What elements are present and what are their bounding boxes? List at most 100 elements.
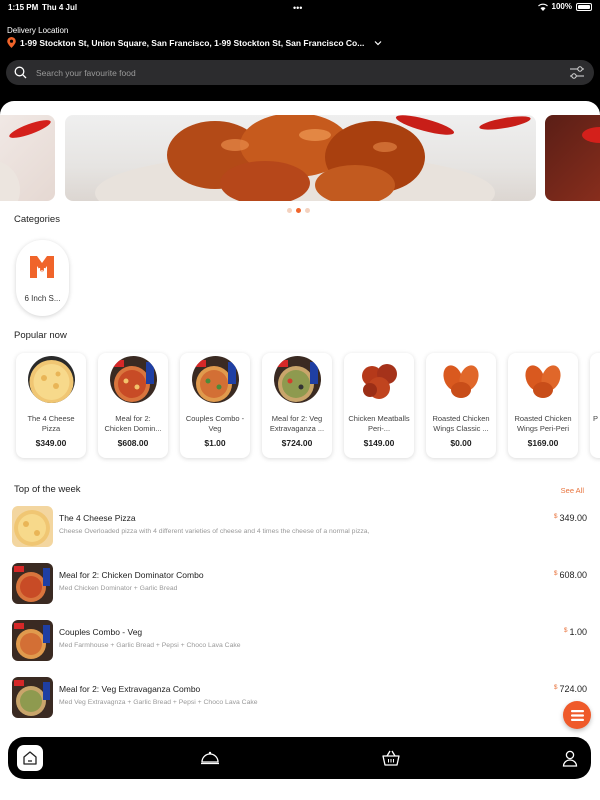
status-bar: 1:15 PM Thu 4 Jul ••• 100% bbox=[0, 0, 600, 16]
basket-icon bbox=[382, 750, 400, 766]
status-time: 1:15 PM bbox=[8, 3, 39, 12]
currency-symbol: $ bbox=[553, 570, 558, 577]
popular-item-name: Roasted Chicken Wings Peri-Peri bbox=[514, 414, 572, 433]
list-item-name: The 4 Cheese Pizza bbox=[59, 513, 136, 523]
carousel-dot-active[interactable] bbox=[296, 208, 301, 213]
home-indicator[interactable] bbox=[208, 792, 392, 796]
list-item-price: $724.00 bbox=[554, 684, 587, 694]
popular-item-name: P bbox=[593, 414, 599, 423]
banner-slide-previous[interactable] bbox=[0, 115, 55, 201]
carousel-dot[interactable] bbox=[287, 208, 292, 213]
popular-item-name: Roasted Chicken Wings Classic ... bbox=[432, 414, 490, 433]
list-item-price: $349.00 bbox=[554, 513, 587, 523]
tab-home[interactable] bbox=[17, 745, 43, 771]
popular-item-price: $1.00 bbox=[204, 438, 226, 448]
tab-orders[interactable] bbox=[197, 745, 223, 771]
multitask-dots-icon[interactable]: ••• bbox=[293, 3, 302, 13]
cloche-icon bbox=[201, 751, 219, 765]
list-item[interactable]: Couples Combo - Veg Med Farmhouse + Garl… bbox=[12, 620, 590, 664]
list-item-price: $608.00 bbox=[554, 570, 587, 580]
popular-item[interactable]: Chicken Meatballs Peri-... $149.00 bbox=[344, 353, 414, 458]
battery-icon bbox=[576, 2, 592, 11]
delivery-address: 1-99 Stockton St, Union Square, San Fran… bbox=[20, 37, 365, 48]
list-item-description: Cheese Overloaded pizza with 4 different… bbox=[59, 528, 370, 535]
chicken-wings-banner-image bbox=[95, 115, 531, 201]
search-input[interactable] bbox=[36, 60, 536, 85]
location-pin-icon bbox=[7, 37, 16, 48]
popular-item-price: $169.00 bbox=[527, 438, 559, 448]
list-item[interactable]: The 4 Cheese Pizza Cheese Overloaded piz… bbox=[12, 506, 590, 550]
popular-item[interactable]: Meal for 2: Veg Extravaganza ... $724.00 bbox=[262, 353, 332, 458]
popular-item[interactable]: Roasted Chicken Wings Classic ... $0.00 bbox=[426, 353, 496, 458]
popular-item-name: Couples Combo - Veg bbox=[185, 414, 245, 433]
status-date: Thu 4 Jul bbox=[42, 3, 78, 12]
see-all-link[interactable]: See All bbox=[561, 486, 584, 495]
chicken-wings-image bbox=[520, 356, 567, 403]
list-item-name: Couples Combo - Veg bbox=[59, 627, 143, 637]
banner-image bbox=[0, 120, 51, 201]
list-item-name: Meal for 2: Chicken Dominator Combo bbox=[59, 570, 204, 580]
search-icon bbox=[14, 66, 27, 79]
popular-item[interactable]: Couples Combo - Veg $1.00 bbox=[180, 353, 250, 458]
pizza-meal-image bbox=[12, 677, 53, 718]
tab-profile[interactable] bbox=[557, 745, 583, 771]
popular-carousel[interactable]: The 4 Cheese Pizza $349.00 Meal for 2: C… bbox=[16, 353, 600, 463]
popular-item[interactable]: P bbox=[590, 353, 600, 458]
popular-item-name: The 4 Cheese Pizza bbox=[27, 414, 75, 433]
wifi-icon bbox=[537, 3, 548, 11]
filter-icon[interactable] bbox=[569, 65, 585, 80]
currency-symbol: $ bbox=[553, 684, 558, 691]
menu-fab-button[interactable] bbox=[563, 701, 591, 729]
battery-percent: 100% bbox=[551, 2, 572, 11]
pizza-meal-image bbox=[274, 356, 321, 403]
list-item[interactable]: Meal for 2: Chicken Dominator Combo Med … bbox=[12, 563, 590, 607]
popular-item-price: $724.00 bbox=[281, 438, 313, 448]
carousel-dot[interactable] bbox=[305, 208, 310, 213]
top-week-title: Top of the week bbox=[14, 484, 81, 495]
list-item[interactable]: Meal for 2: Veg Extravaganza Combo Med V… bbox=[12, 677, 590, 721]
status-indicators: 100% bbox=[537, 2, 592, 11]
popular-item-name: Meal for 2: Veg Extravaganza ... bbox=[269, 414, 325, 433]
content-panel: Categories 6 Inch S... Popular now The 4… bbox=[0, 101, 600, 800]
popular-item-price: $149.00 bbox=[363, 438, 395, 448]
popular-item-price: $0.00 bbox=[450, 438, 472, 448]
banner-slide-next[interactable] bbox=[545, 115, 600, 201]
list-item-name: Meal for 2: Veg Extravaganza Combo bbox=[59, 684, 201, 694]
price-value: 724.00 bbox=[559, 684, 587, 694]
meatballs-image bbox=[356, 356, 403, 403]
pizza-meal-image bbox=[12, 563, 53, 604]
search-bar[interactable] bbox=[6, 60, 594, 85]
popular-item[interactable]: The 4 Cheese Pizza $349.00 bbox=[16, 353, 86, 458]
pizza-meal-image bbox=[110, 356, 157, 403]
banner-slide-active[interactable] bbox=[65, 115, 536, 201]
pizza-meal-image bbox=[12, 620, 53, 661]
profile-icon bbox=[562, 750, 578, 767]
chicken-wings-image bbox=[438, 356, 485, 403]
delivery-location-selector[interactable]: 1-99 Stockton St, Union Square, San Fran… bbox=[7, 37, 382, 48]
category-item[interactable]: 6 Inch S... bbox=[16, 240, 69, 316]
app-screen: 1:15 PM Thu 4 Jul ••• 100% Delivery Loca… bbox=[0, 0, 600, 800]
list-item-description: Med Chicken Dominator + Garlic Bread bbox=[59, 585, 178, 592]
bottom-tab-bar bbox=[8, 737, 591, 779]
home-icon bbox=[23, 751, 37, 765]
popular-item-price: $608.00 bbox=[117, 438, 149, 448]
list-item-price: $1.00 bbox=[564, 627, 587, 637]
tab-cart[interactable] bbox=[378, 745, 404, 771]
popular-item-price: $349.00 bbox=[35, 438, 67, 448]
popular-item[interactable]: Roasted Chicken Wings Peri-Peri $169.00 bbox=[508, 353, 578, 458]
category-label: 6 Inch S... bbox=[24, 294, 61, 303]
price-value: 1.00 bbox=[569, 627, 587, 637]
popular-title: Popular now bbox=[14, 330, 67, 341]
popular-item[interactable]: Meal for 2: Chicken Domin... $608.00 bbox=[98, 353, 168, 458]
categories-title: Categories bbox=[14, 214, 60, 225]
banner-image bbox=[582, 127, 600, 143]
price-value: 349.00 bbox=[559, 513, 587, 523]
pizza-image bbox=[28, 356, 75, 403]
list-item-description: Med Veg Extravagnza + Garlic Bread + Pep… bbox=[59, 699, 258, 706]
currency-symbol: $ bbox=[563, 627, 568, 634]
currency-symbol: $ bbox=[553, 513, 558, 520]
brand-logo-icon bbox=[30, 256, 54, 279]
popular-item-name: Meal for 2: Chicken Domin... bbox=[104, 414, 162, 433]
pizza-image bbox=[12, 506, 53, 547]
price-value: 608.00 bbox=[559, 570, 587, 580]
